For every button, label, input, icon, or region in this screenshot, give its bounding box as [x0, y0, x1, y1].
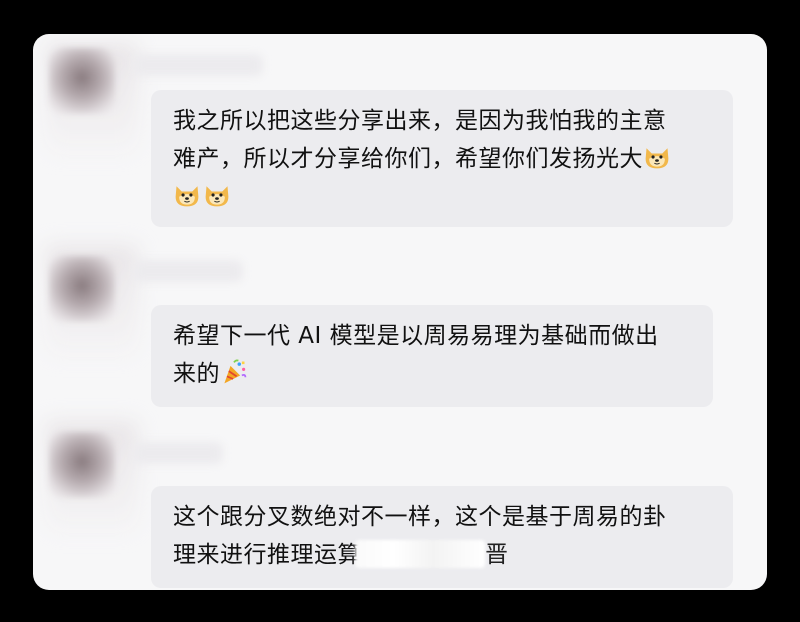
sender-name-redacted	[133, 442, 223, 464]
message-line	[173, 178, 713, 216]
message-bubble[interactable]: 希望下一代 AI 模型是以周易易理为基础而做出 来的	[151, 305, 713, 407]
chat-screenshot-card: 我之所以把这些分享出来，是因为我怕我的主意 难产，所以才分享给你们，希望你们发扬…	[33, 34, 767, 590]
message-bubble[interactable]: 我之所以把这些分享出来，是因为我怕我的主意 难产，所以才分享给你们，希望你们发扬…	[151, 90, 733, 227]
avatar[interactable]	[49, 432, 115, 498]
doge-emoji	[175, 186, 199, 207]
message-line: 我之所以把这些分享出来，是因为我怕我的主意	[173, 108, 667, 134]
sender-name-redacted	[133, 260, 243, 282]
avatar[interactable]	[49, 48, 115, 114]
message-line: 理来进行推理运算晋	[173, 540, 509, 568]
message-line: 希望下一代 AI 模型是以周易易理为基础而做出	[173, 323, 659, 349]
message-bubble[interactable]: 这个跟分叉数绝对不一样，这个是基于周易的卦 理来进行推理运算晋	[151, 486, 733, 588]
message-line: 难产，所以才分享给你们，希望你们发扬光大	[173, 140, 713, 178]
avatar[interactable]	[49, 256, 115, 322]
doge-emoji	[205, 186, 229, 207]
message-line: 这个跟分叉数绝对不一样，这个是基于周易的卦	[173, 504, 667, 530]
message-line: 来的	[173, 355, 693, 393]
redacted-text	[355, 540, 485, 568]
party-popper-emoji	[224, 359, 247, 384]
sender-name-redacted	[133, 54, 263, 76]
doge-emoji	[645, 148, 669, 169]
